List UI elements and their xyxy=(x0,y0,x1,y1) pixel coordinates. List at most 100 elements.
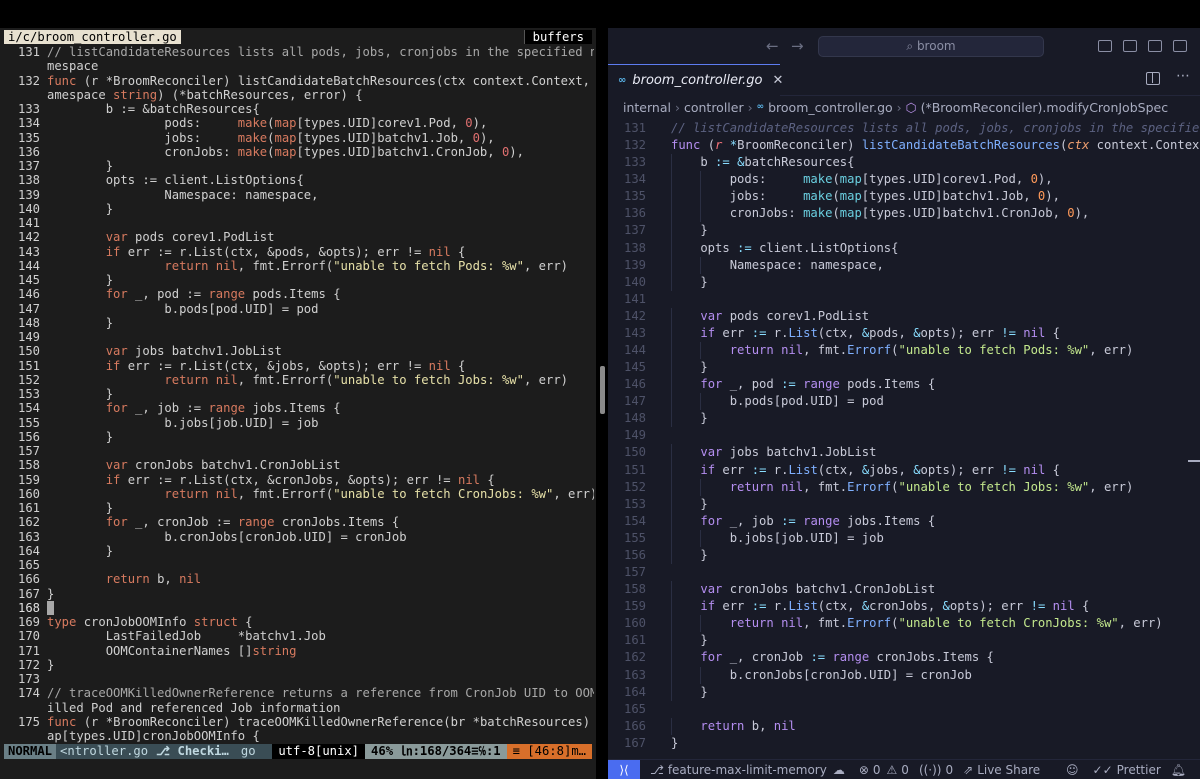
vim-code-line[interactable]: 174 // traceOOMKilledOwnerReference retur… xyxy=(4,686,594,700)
editor-code-line[interactable]: 165 xyxy=(608,701,1200,718)
vim-code-line[interactable]: 149 xyxy=(4,330,594,344)
editor-code-line[interactable]: 132 func (r *BroomReconciler) listCandida… xyxy=(608,137,1200,154)
vim-code-line[interactable]: 137 } xyxy=(4,159,594,173)
vim-code-line[interactable]: illed Pod and referenced Job information xyxy=(4,701,594,715)
vim-code-line[interactable]: 168 xyxy=(4,600,594,615)
vim-code-line[interactable]: 156 } xyxy=(4,430,594,444)
customize-layout-icon[interactable] xyxy=(1173,40,1187,52)
vim-code-line[interactable]: 143 if err := r.List(ctx, &pods, &opts);… xyxy=(4,245,594,259)
editor-code-line[interactable]: 160 return nil, fmt.Errorf("unable to fe… xyxy=(608,615,1200,633)
toggle-secondary-sidebar-icon[interactable] xyxy=(1148,40,1162,52)
editor-code-line[interactable]: 133 b := &batchResources{ xyxy=(608,154,1200,172)
vim-code-line[interactable]: 147 b.pods[pod.UID] = pod xyxy=(4,302,594,316)
vim-code-line[interactable]: 154 for _, job := range jobs.Items { xyxy=(4,401,594,415)
vim-code-line[interactable]: 167} xyxy=(4,587,594,601)
split-editor-icon[interactable] xyxy=(1146,72,1160,85)
close-icon[interactable]: ✕ xyxy=(772,73,783,88)
vim-code-line[interactable]: 173 xyxy=(4,672,594,686)
pane-splitter-handle[interactable] xyxy=(600,366,605,414)
breadcrumb-controller[interactable]: controller xyxy=(684,100,744,115)
editor-code-line[interactable]: 151 if err := r.List(ctx, &jobs, &opts);… xyxy=(608,461,1200,479)
toggle-panel-icon[interactable] xyxy=(1123,40,1137,52)
vim-filename-tab[interactable]: i/c/broom_controller.go xyxy=(4,30,181,44)
editor-code-line[interactable]: 161 } xyxy=(608,632,1200,650)
editor-code-line[interactable]: 147 b.pods[pod.UID] = pod xyxy=(608,393,1200,411)
editor-code-line[interactable]: 135 jobs: make(map[types.UID]batchv1.Job… xyxy=(608,188,1200,206)
editor-code-line[interactable]: 157 xyxy=(608,564,1200,581)
vim-code-line[interactable]: 134 pods: make(map[types.UID]corev1.Pod,… xyxy=(4,116,594,130)
vim-code-line[interactable]: 175 func (r *BroomReconciler) traceOOMKil… xyxy=(4,715,594,729)
vim-code-line[interactable]: 152 return nil, fmt.Errorf("unable to fe… xyxy=(4,373,594,387)
vim-buffers-label[interactable]: buffers xyxy=(523,30,592,44)
vim-code-line[interactable]: 151 if err := r.List(ctx, &jobs, &opts);… xyxy=(4,359,594,373)
editor-code-line[interactable]: 145 } xyxy=(608,359,1200,377)
vim-code-line[interactable]: 146 for _, pod := range pods.Items { xyxy=(4,287,594,301)
vim-code-line[interactable]: 164 } xyxy=(4,544,594,558)
vim-code-line[interactable]: 136 cronJobs: make(map[types.UID]batchv1… xyxy=(4,145,594,159)
scrollbar-position-marker[interactable] xyxy=(1188,460,1200,462)
editor-code-line[interactable]: 144 return nil, fmt.Errorf("unable to fe… xyxy=(608,342,1200,360)
vim-code-line[interactable]: 144 return nil, fmt.Errorf("unable to fe… xyxy=(4,259,594,273)
vim-code-line[interactable]: 161 } xyxy=(4,501,594,515)
breadcrumb-internal[interactable]: internal xyxy=(623,100,671,115)
vim-code-line[interactable]: 166 return b, nil xyxy=(4,572,594,586)
vim-code-line[interactable]: 148 } xyxy=(4,316,594,330)
vim-code-line[interactable]: 169 type cronJobOOMInfo struct { xyxy=(4,615,594,629)
editor-code-line[interactable]: 159 if err := r.List(ctx, &cronJobs, &op… xyxy=(608,598,1200,616)
notifications-status[interactable]: 🔔︎ xyxy=(1171,763,1190,777)
vim-code-line[interactable]: 163 b.cronJobs[cronJob.UID] = cronJob xyxy=(4,530,594,544)
vim-code-line[interactable]: 157 xyxy=(4,444,594,458)
vim-code-line[interactable]: 145 } xyxy=(4,273,594,287)
ports-status[interactable]: ((·)) 0 xyxy=(919,763,953,777)
vim-code-line[interactable]: 139 Namespace: namespace, xyxy=(4,188,594,202)
vim-code-line[interactable]: 142 var pods corev1.PodList xyxy=(4,230,594,244)
editor-code-line[interactable]: 156 } xyxy=(608,546,1200,565)
vim-code-line[interactable]: 160 return nil, fmt.Errorf("unable to fe… xyxy=(4,487,594,501)
vim-code-line[interactable]: amespace string) (*batchResources, error… xyxy=(4,88,594,102)
editor-code-line[interactable]: 134 pods: make(map[types.UID]corev1.Pod,… xyxy=(608,171,1200,189)
vim-code-line[interactable]: mespace xyxy=(4,59,594,73)
remote-icon[interactable]: ⟩⟨ xyxy=(608,759,640,779)
editor-code-line[interactable]: 163 b.cronJobs[cronJob.UID] = cronJob xyxy=(608,666,1200,684)
back-arrow-icon[interactable]: ← xyxy=(766,37,779,55)
editor-code-line[interactable]: 142 var pods corev1.PodList xyxy=(608,307,1200,325)
forward-arrow-icon[interactable]: → xyxy=(791,37,804,55)
vim-code-line[interactable]: ap[types.UID]cronJobOOMInfo { xyxy=(4,729,594,743)
command-center-search[interactable]: ⌕ broom xyxy=(818,36,1044,57)
editor-code-line[interactable]: 162 for _, cronJob := range cronJobs.Ite… xyxy=(608,649,1200,667)
editor-code-line[interactable]: 158 var cronJobs batchv1.CronJobList xyxy=(608,581,1200,599)
vim-code-line[interactable]: 172} xyxy=(4,658,594,672)
vim-code-line[interactable]: 155 b.jobs[job.UID] = job xyxy=(4,416,594,430)
editor-code-line[interactable]: 166 return b, nil xyxy=(608,717,1200,735)
editor-code-line[interactable]: 150 var jobs batchv1.JobList xyxy=(608,444,1200,462)
editor-code-line[interactable]: 167} xyxy=(608,735,1200,752)
vim-code-area[interactable]: 131 // listCandidateResources lists all p… xyxy=(4,45,594,743)
vim-code-line[interactable]: 135 jobs: make(map[types.UID]batchv1.Job… xyxy=(4,131,594,145)
vim-code-line[interactable]: 131 // listCandidateResources lists all p… xyxy=(4,45,594,59)
editor-code-line[interactable]: 140 } xyxy=(608,273,1200,291)
vim-code-line[interactable]: 138 opts := client.ListOptions{ xyxy=(4,173,594,187)
vim-code-line[interactable]: 133 b := &batchResources{ xyxy=(4,102,594,116)
more-actions-icon[interactable]: ⋯ xyxy=(1176,68,1190,84)
live-share-button[interactable]: ⇗ Live Share xyxy=(963,763,1040,777)
editor-code-line[interactable]: 136 cronJobs: make(map[types.UID]batchv1… xyxy=(608,205,1200,223)
editor-code-line[interactable]: 152 return nil, fmt.Errorf("unable to fe… xyxy=(608,478,1200,496)
editor-code-line[interactable]: 149 xyxy=(608,427,1200,444)
editor-code-line[interactable]: 153 } xyxy=(608,495,1200,513)
problems-status[interactable]: ⊗ 0 ⚠ 0 xyxy=(859,763,909,777)
editor-code-line[interactable]: 164 } xyxy=(608,683,1200,701)
editor-code-line[interactable]: 141 xyxy=(608,291,1200,308)
copilot-status[interactable]: ☺ xyxy=(1066,763,1083,777)
editor-code-line[interactable]: 138 opts := client.ListOptions{ xyxy=(608,239,1200,257)
vim-code-line[interactable]: 140 } xyxy=(4,202,594,216)
editor-code-line[interactable]: 154 for _, job := range jobs.Items { xyxy=(608,512,1200,530)
vim-code-line[interactable]: 171 OOMContainerNames []string xyxy=(4,644,594,658)
vim-code-line[interactable]: 159 if err := r.List(ctx, &cronJobs, &op… xyxy=(4,473,594,487)
vim-pane[interactable]: i/c/broom_controller.go buffers 131 // li… xyxy=(0,28,596,779)
code-editor[interactable]: 131 // listCandidateResources lists all p… xyxy=(608,120,1200,759)
editor-code-line[interactable]: 148 } xyxy=(608,410,1200,428)
breadcrumb-file[interactable]: broom_controller.go xyxy=(768,100,893,115)
editor-code-line[interactable]: 137 } xyxy=(608,222,1200,240)
editor-code-line[interactable]: 155 b.jobs[job.UID] = job xyxy=(608,529,1200,547)
toggle-primary-sidebar-icon[interactable] xyxy=(1098,40,1112,52)
